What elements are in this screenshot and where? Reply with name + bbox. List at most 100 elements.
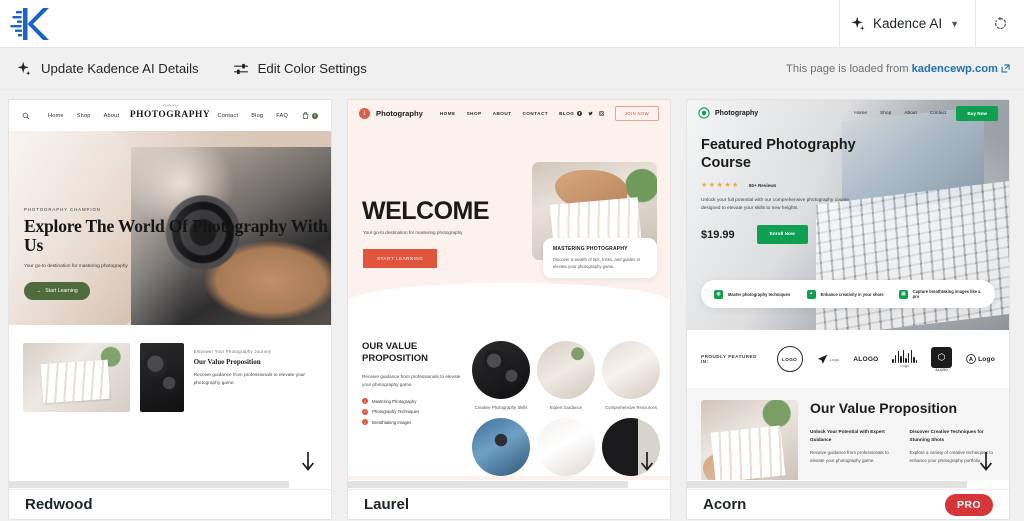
template-card-footer: Laurel <box>348 489 670 519</box>
bag-icon <box>302 112 309 119</box>
scroll-down-icon[interactable] <box>977 450 995 472</box>
template-name: Acorn <box>703 496 747 513</box>
nav-link: Home <box>854 110 868 116</box>
hero-body: Unlock your full potential with our comp… <box>701 198 849 211</box>
kadence-ai-label: Kadence AI <box>873 16 943 31</box>
partner-logo-send: Logo <box>817 354 840 365</box>
edit-color-settings-button[interactable]: Edit Color Settings <box>233 61 367 77</box>
partner-logo-label: Logo <box>978 355 995 363</box>
feature-item: ✦ Enhance creativity in your shots <box>806 289 890 299</box>
hero-floating-card: MASTERING PHOTOGRAPHY Discover a wealth … <box>543 238 657 278</box>
review-count: 80+ Reviews <box>748 182 777 188</box>
feature-label: Enhance creativity in your shots <box>820 291 884 297</box>
update-kadence-ai-details-button[interactable]: Update Kadence AI Details <box>16 61 199 77</box>
nav-link: Home <box>48 112 64 119</box>
template-grid: Home Shop About 〜〜〜 PHOTOGRAPHY Contact … <box>0 90 1024 520</box>
nav-link: Contact <box>929 110 947 116</box>
template-preview-acorn: Photography Home Shop About Contact Buy … <box>687 100 1009 480</box>
twitter-icon <box>588 111 593 116</box>
facebook-icon <box>576 111 582 116</box>
value-image-detail <box>702 451 760 480</box>
thumb-image <box>537 418 595 476</box>
price-row: $19.99 Enroll Now <box>701 225 872 244</box>
nav-link: Shop <box>880 110 892 116</box>
hero-heading: Featured Photography Course <box>701 137 856 171</box>
preview-scrollbar[interactable] <box>348 480 670 489</box>
preview-nav-links: Home Shop About Contact <box>854 111 946 116</box>
check-icon: ✓ <box>362 419 368 425</box>
template-card-footer: Acorn PRO <box>687 489 1009 519</box>
nav-link: Contact <box>217 112 239 119</box>
value-title: OUR VALUE PROPOSITION <box>362 341 428 364</box>
partner-logo-circle: LOGO <box>776 346 803 372</box>
sparkle-icon <box>17 61 31 76</box>
hero-subtitle: Your go-to destination for mastering pho… <box>24 264 128 269</box>
partner-logo-label: ALOGO <box>935 367 948 372</box>
preview-value-section: Our Value Proposition Unlock Your Potent… <box>687 388 1009 480</box>
brand-name: Photography <box>715 109 759 117</box>
cart-icon: 0 <box>302 112 318 119</box>
template-name: Redwood <box>25 496 93 513</box>
nav-link: ABOUT <box>492 111 512 116</box>
value-column-body: Receive guidance from professionals to e… <box>810 450 889 463</box>
value-bullet: ✓ Photography Techniques <box>362 408 468 415</box>
preview-nav-links-right: Contact Blog FAQ <box>218 113 288 119</box>
join-now-button: JOIN NOW <box>614 106 659 121</box>
nav-link: CONTACT <box>522 111 549 116</box>
brand-name: PHOTOGRAPHY <box>129 110 211 120</box>
thumb-image <box>537 341 595 399</box>
price-label: $19.99 <box>701 228 735 241</box>
template-card-footer: Redwood <box>9 489 331 519</box>
check-icon: ✓ <box>362 408 368 415</box>
partner-logo-label: Logo <box>829 356 840 362</box>
thumb-caption: Comprehensive Resources <box>605 405 657 410</box>
external-link-icon <box>1001 64 1010 73</box>
partner-logo-alogo: ALOGO <box>853 355 879 363</box>
hero-heading: Explore The World Of Photography With Us <box>24 216 328 255</box>
hero-subtitle: Your go-to destination for mastering pho… <box>363 230 463 235</box>
value-image <box>701 400 798 480</box>
hero-photo-detail <box>554 169 627 211</box>
value-kicker: Empower Your Photography Journey <box>193 349 272 354</box>
floating-card-body: Discover a wealth of tips, tricks, and g… <box>553 257 641 269</box>
scroll-down-icon[interactable] <box>638 450 656 472</box>
value-column-title: Unlock Your Potential with Expert Guidan… <box>810 429 885 442</box>
feature-strip: ◉ Master photography techniques ✦ Enhanc… <box>701 280 995 308</box>
template-card-laurel[interactable]: i Photography HOME SHOP ABOUT CONTACT BL… <box>347 99 671 520</box>
nav-link: Blog <box>251 112 264 119</box>
partner-logos: LOGO Logo ALOGO Logo ⬡ ALOGO A Logo <box>776 346 995 372</box>
kadencewp-link[interactable]: kadencewp.com <box>912 63 998 75</box>
chevron-down-icon: ▼ <box>950 18 959 29</box>
thumb-caption: Expert Guidance <box>549 405 582 410</box>
preview-hero: PHOTOGRAPHY CHAMPION Explore The World O… <box>9 131 331 325</box>
preview-nav-links: HOME SHOP ABOUT CONTACT BLOG <box>440 111 575 116</box>
cube-icon: ⬡ <box>931 346 953 368</box>
thumb-image <box>472 418 530 476</box>
preview-scrollbar[interactable] <box>9 480 331 489</box>
bullet-label: Breathtaking Images <box>372 419 412 425</box>
feature-item: ◉ Master photography techniques <box>714 289 797 299</box>
kadence-logo[interactable] <box>0 0 60 48</box>
value-column: Unlock Your Potential with Expert Guidan… <box>810 428 896 464</box>
camera-icon: ◉ <box>714 289 723 299</box>
feature-label: Capture breathtaking images like a pro <box>912 289 981 299</box>
preview-scrollbar[interactable] <box>687 480 1009 489</box>
template-name: Laurel <box>364 496 410 513</box>
template-card-redwood[interactable]: Home Shop About 〜〜〜 PHOTOGRAPHY Contact … <box>8 99 332 520</box>
featured-in-strip: PROUDLY FEATURED IN: LOGO Logo ALOGO Log… <box>687 330 1009 388</box>
value-column-title: Discover Creative Techniques for Stunnin… <box>909 429 984 442</box>
sparkle-icon <box>851 16 865 31</box>
rating-row: ★★★★★ 80+ Reviews <box>701 181 872 189</box>
lightbulb-icon: ✦ <box>806 289 816 299</box>
value-thumb-item: Comprehensive Resources <box>602 341 660 411</box>
image-icon: ▣ <box>899 289 908 299</box>
refresh-button[interactable] <box>975 0 1024 48</box>
thumb-caption: Creative Photography Skills <box>474 405 528 410</box>
value-image-secondary <box>140 343 184 412</box>
kadence-ai-menu[interactable]: Kadence AI ▼ <box>839 0 975 48</box>
template-card-acorn[interactable]: Photography Home Shop About Contact Buy … <box>686 99 1010 520</box>
brand-name: Photography <box>376 109 423 118</box>
scroll-down-icon[interactable] <box>299 450 317 472</box>
preview-hero: Photography Home Shop About Contact Buy … <box>687 100 1009 330</box>
edit-colors-label: Edit Color Settings <box>257 61 367 76</box>
